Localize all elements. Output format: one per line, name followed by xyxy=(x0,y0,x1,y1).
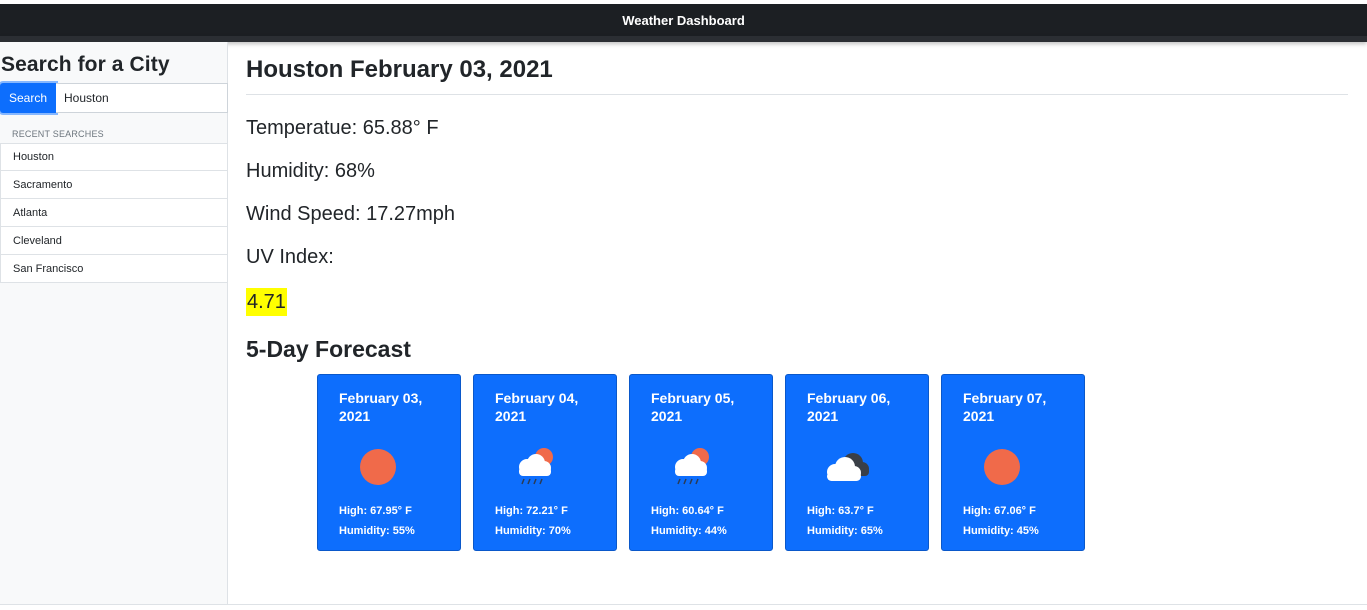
temperature-text: Temperatue: 65.88° F xyxy=(246,117,439,139)
recent-search-item[interactable]: Sacramento xyxy=(0,171,228,199)
forecast-humidity: Humidity: 55% xyxy=(339,525,415,537)
recent-search-item[interactable]: San Francisco xyxy=(0,255,228,283)
forecast-cards: February 03, 2021 High: 67.95° F Humidit… xyxy=(317,374,1097,551)
app-title: Weather Dashboard xyxy=(622,12,745,28)
forecast-high: High: 60.64° F xyxy=(651,505,724,517)
rain-sun-icon xyxy=(509,443,559,489)
recent-searches-label: RECENT SEARCHES xyxy=(12,129,104,139)
cloudy-icon xyxy=(821,443,871,489)
search-form: Search xyxy=(0,83,228,113)
city-search-input[interactable] xyxy=(56,83,228,113)
forecast-date: February 03, 2021 xyxy=(339,390,423,424)
forecast-high: High: 72.21° F xyxy=(495,505,568,517)
sun-icon xyxy=(353,443,403,489)
forecast-heading: 5-Day Forecast xyxy=(246,336,411,362)
forecast-humidity: Humidity: 44% xyxy=(651,525,727,537)
forecast-card: February 06, 2021 High: 63.7° F Humidity… xyxy=(785,374,929,551)
recent-search-item[interactable]: Houston xyxy=(0,143,228,171)
recent-search-item[interactable]: Atlanta xyxy=(0,199,228,227)
page-bottom-border xyxy=(0,604,1367,605)
forecast-date: February 05, 2021 xyxy=(651,390,735,424)
search-heading: Search for a City xyxy=(1,53,170,76)
search-button[interactable]: Search xyxy=(0,83,56,113)
forecast-card: February 03, 2021 High: 67.95° F Humidit… xyxy=(317,374,461,551)
recent-search-item[interactable]: Cleveland xyxy=(0,227,228,255)
sidebar: Search for a City Search RECENT SEARCHES… xyxy=(0,42,228,605)
forecast-date: February 07, 2021 xyxy=(963,390,1047,424)
humidity-text: Humidity: 68% xyxy=(246,160,375,182)
forecast-humidity: Humidity: 45% xyxy=(963,525,1039,537)
forecast-high: High: 67.95° F xyxy=(339,505,412,517)
uv-index-label: UV Index: xyxy=(246,246,334,268)
forecast-humidity: Humidity: 65% xyxy=(807,525,883,537)
sun-icon xyxy=(977,443,1027,489)
title-divider xyxy=(246,94,1348,95)
forecast-card: February 07, 2021 High: 67.06° F Humidit… xyxy=(941,374,1085,551)
forecast-humidity: Humidity: 70% xyxy=(495,525,571,537)
forecast-date: February 04, 2021 xyxy=(495,390,579,424)
forecast-high: High: 67.06° F xyxy=(963,505,1036,517)
wind-speed-text: Wind Speed: 17.27mph xyxy=(246,203,456,225)
navbar: Weather Dashboard xyxy=(0,4,1367,36)
city-date-title: Houston February 03, 2021 xyxy=(246,56,553,83)
forecast-date: February 06, 2021 xyxy=(807,390,891,424)
forecast-card: February 04, 2021 High: 72.21° F Humidit… xyxy=(473,374,617,551)
forecast-high: High: 63.7° F xyxy=(807,505,874,517)
rain-sun-icon xyxy=(665,443,715,489)
recent-searches-list: Houston Sacramento Atlanta Cleveland San… xyxy=(0,143,228,283)
forecast-card: February 05, 2021 High: 60.64° F Humidit… xyxy=(629,374,773,551)
uv-index-badge: 4.71 xyxy=(246,288,287,316)
